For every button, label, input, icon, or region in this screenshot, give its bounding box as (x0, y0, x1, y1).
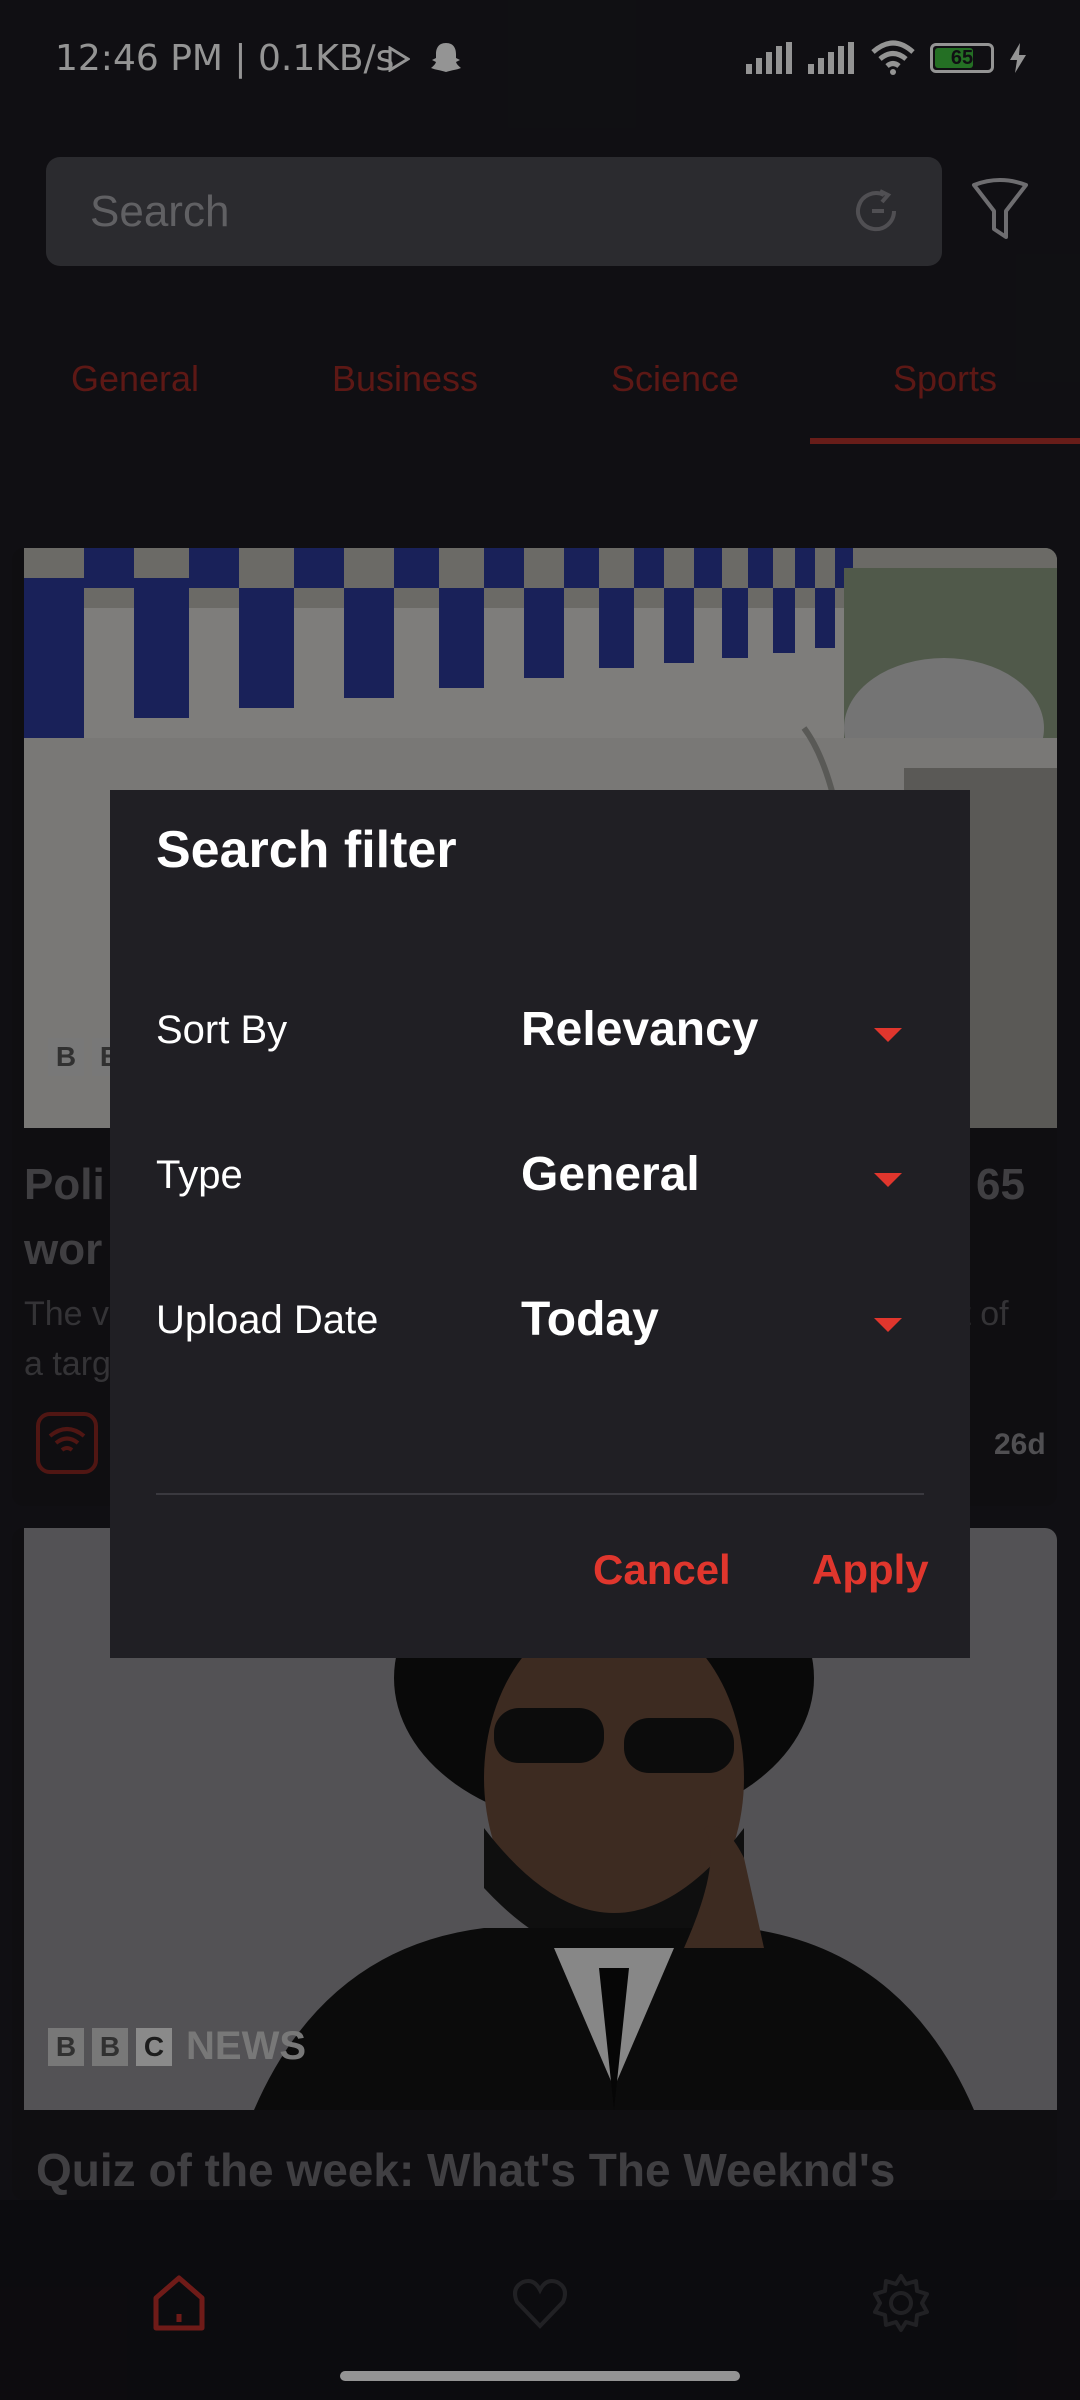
dialog-divider (156, 1493, 924, 1495)
upload-date-label: Upload Date (156, 1298, 379, 1342)
upload-date-value[interactable]: Today (521, 1292, 659, 1347)
search-filter-dialog: Search filter Sort By Relevancy Type Gen… (110, 790, 970, 1658)
dropdown-arrow-icon[interactable] (874, 1173, 902, 1187)
dropdown-arrow-icon[interactable] (874, 1318, 902, 1332)
dropdown-arrow-icon[interactable] (874, 1028, 902, 1042)
sort-by-label: Sort By (156, 1008, 288, 1052)
dialog-title: Search filter (156, 821, 457, 879)
cancel-button[interactable]: Cancel (593, 1546, 731, 1594)
apply-button[interactable]: Apply (812, 1546, 929, 1594)
type-label: Type (156, 1153, 243, 1197)
type-value[interactable]: General (521, 1147, 700, 1202)
sort-by-value[interactable]: Relevancy (521, 1002, 759, 1057)
